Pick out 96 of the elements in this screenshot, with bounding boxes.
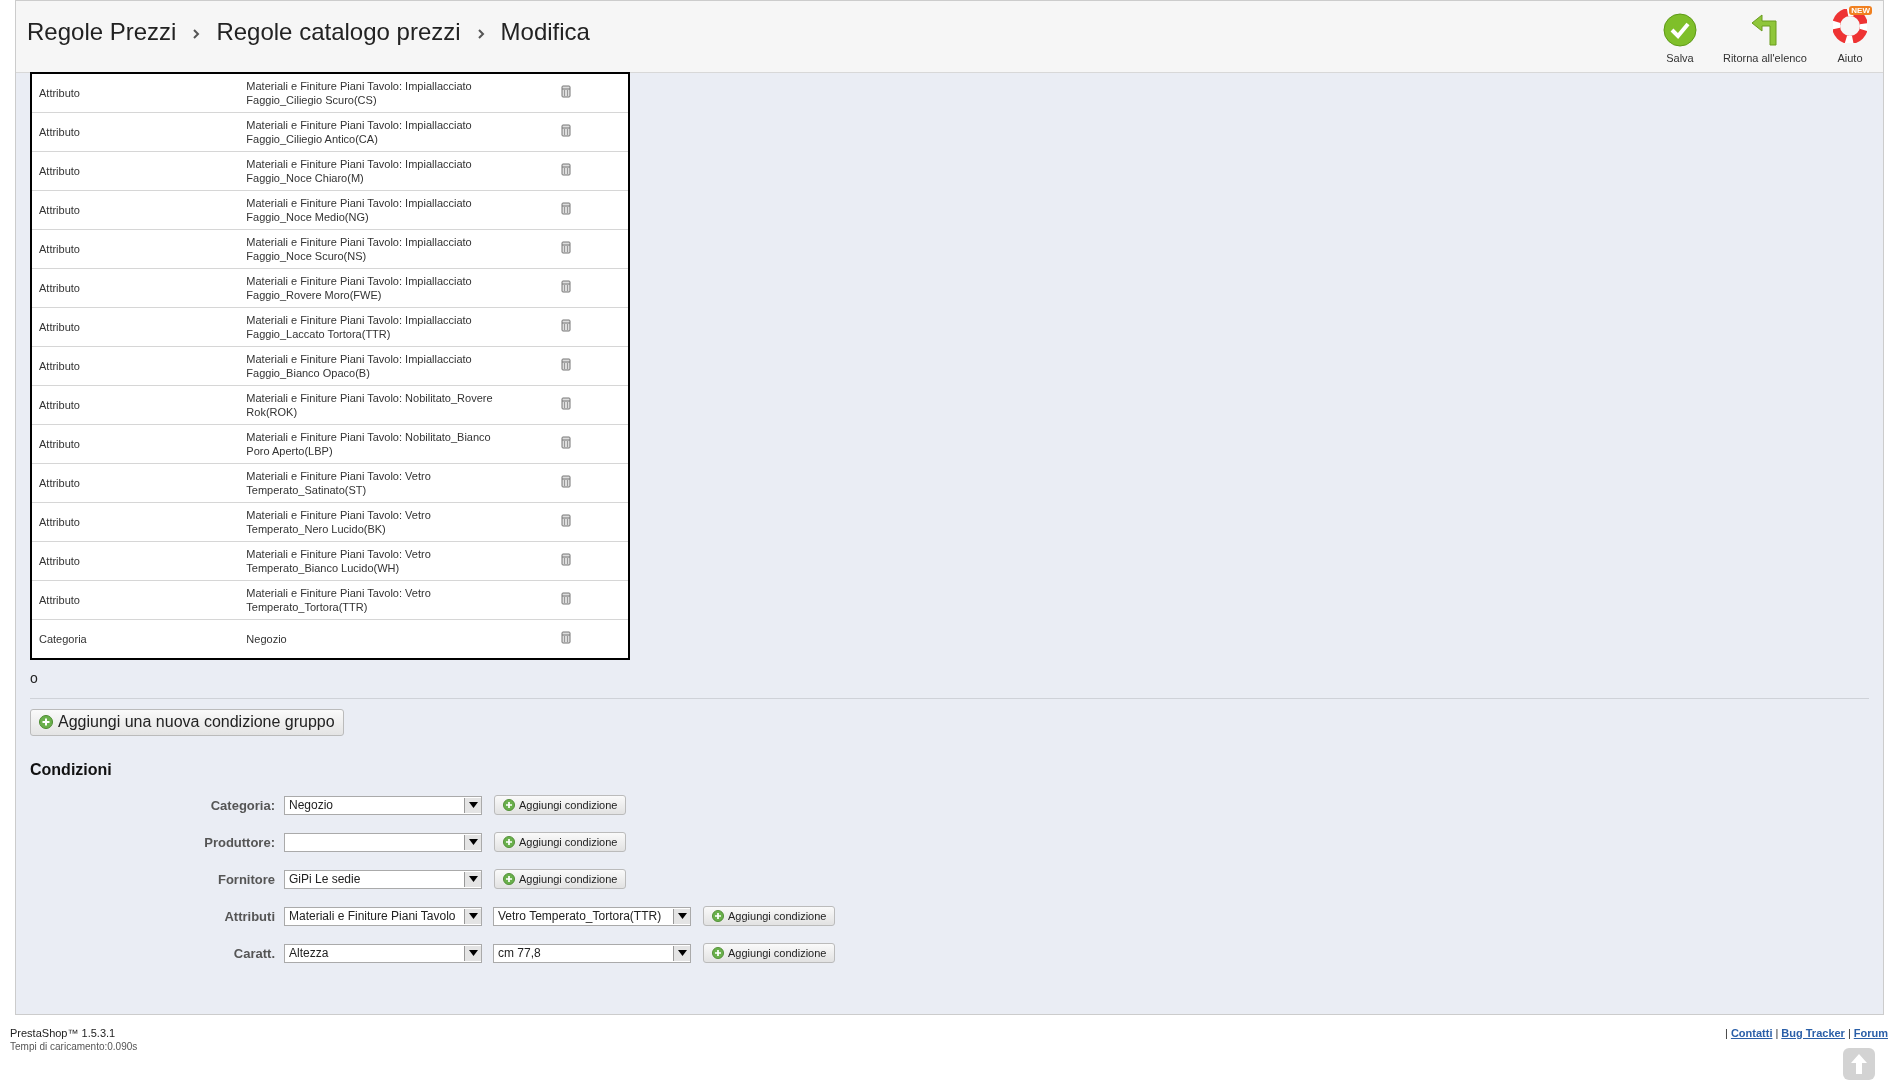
version-text: PrestaShop™ 1.5.3.1 <box>10 1027 117 1039</box>
caret-icon[interactable] <box>677 950 687 956</box>
plus-icon <box>503 836 515 848</box>
footer-link[interactable]: Forum <box>1853 1027 1888 1040</box>
breadcrumb-item: Modifica <box>500 17 590 46</box>
footer-link[interactable]: Contatti <box>1730 1027 1773 1040</box>
trash-icon[interactable] <box>560 513 571 527</box>
table-cell: Attributo <box>39 359 80 372</box>
table-cell: Attributo <box>39 593 80 606</box>
toolbar-button-label[interactable]: Salva <box>1666 52 1694 64</box>
trash-icon[interactable] <box>560 630 571 644</box>
new-badge: NEW <box>1849 6 1872 15</box>
table-cell: Attributo <box>39 164 80 177</box>
plus-icon <box>712 910 724 922</box>
field-label: Attributi <box>223 908 275 924</box>
plus-icon <box>712 947 724 959</box>
table-cell-text: Materiali e Finiture Piani Tavolo: Vetro Temperato_Satinato(ST) <box>246 468 432 498</box>
table-cell: Attributo <box>39 203 80 216</box>
plus-icon <box>503 873 515 885</box>
table-cell-text: Materiali e Finiture Piani Tavolo: Impiallacciato Faggio_Noce Scuro(NS) <box>246 234 473 264</box>
table-cell: Attributo <box>39 125 80 138</box>
section-title: Condizioni <box>30 761 113 779</box>
add-condition-button[interactable]: Aggiungi condizione <box>494 832 627 852</box>
table-cell: Attributo <box>39 281 80 294</box>
table-cell: Attributo <box>39 515 80 528</box>
trash-icon[interactable] <box>560 279 571 293</box>
chevron-icon <box>192 27 201 40</box>
caret-icon[interactable] <box>677 913 687 919</box>
table-cell-text: Materiali e Finiture Piani Tavolo: Impiallacciato Faggio_Rovere Moro(FWE) <box>246 273 473 303</box>
add-condition-button[interactable]: Aggiungi condizione <box>494 795 627 815</box>
table-cell: Attributo <box>39 86 80 99</box>
breadcrumb-item: Regole catalogo prezzi <box>216 17 461 46</box>
field-label: Fornitore <box>216 871 275 887</box>
separator: | <box>1775 1027 1779 1040</box>
table-cell-text: Materiali e Finiture Piani Tavolo: Vetro Temperato_Bianco Lucido(WH) <box>246 546 432 576</box>
caret-icon[interactable] <box>468 913 478 919</box>
trash-icon[interactable] <box>560 162 571 176</box>
dropdown[interactable]: Negozio <box>284 795 482 815</box>
table-cell: Attributo <box>39 437 80 450</box>
table-cell-text: Materiali e Finiture Piani Tavolo: Vetro Temperato_Nero Lucido(BK) <box>246 507 432 537</box>
caret-icon[interactable] <box>468 950 478 956</box>
separator: | <box>1847 1027 1851 1040</box>
table-cell-text: Materiali e Finiture Piani Tavolo: Impiallacciato Faggio_Noce Medio(NG) <box>246 195 473 225</box>
or-label: o <box>30 670 39 686</box>
caret-icon[interactable] <box>468 802 478 808</box>
table-cell-text: Materiali e Finiture Piani Tavolo: Impiallacciato Faggio_Ciliegio Scuro(CS) <box>246 78 473 108</box>
table-cell: Attributo <box>39 320 80 333</box>
caret-icon[interactable] <box>468 876 478 882</box>
dropdown[interactable]: cm 77,8 <box>493 943 691 963</box>
field-label: Categoria: <box>209 797 275 813</box>
chevron-icon <box>476 27 485 40</box>
dropdown[interactable]: Vetro Temperato_Tortora(TTR) <box>493 906 691 926</box>
toolbar-button-label[interactable]: Ritorna all'elenco <box>1722 52 1807 64</box>
table-cell-text: Materiali e Finiture Piani Tavolo: Impiallacciato Faggio_Noce Chiaro(M) <box>246 156 473 186</box>
trash-icon[interactable] <box>560 591 571 605</box>
separator: | <box>1725 1027 1728 1040</box>
table-cell: Attributo <box>39 554 80 567</box>
footer-link[interactable]: Bug Tracker <box>1781 1027 1845 1040</box>
dropdown[interactable]: Altezza <box>284 943 482 963</box>
breadcrumb-item: Regole Prezzi <box>27 17 177 46</box>
table-cell-text: Materiali e Finiture Piani Tavolo: Impiallacciato Faggio_Bianco Opaco(B) <box>246 351 473 381</box>
field-label: Produttore: <box>203 834 275 850</box>
table-cell-text: Materiali e Finiture Piani Tavolo: Nobilitato_Bianco Poro Aperto(LBP) <box>246 429 492 459</box>
add-condition-button[interactable]: Aggiungi condizione <box>703 943 836 963</box>
trash-icon[interactable] <box>560 123 571 137</box>
trash-icon[interactable] <box>560 435 571 449</box>
load-time-text: Tempi di caricamento:0.090s <box>10 1041 138 1052</box>
table-cell-text: Negozio <box>246 631 288 647</box>
trash-icon[interactable] <box>560 318 571 332</box>
table-cell: Attributo <box>39 398 80 411</box>
dropdown[interactable]: Materiali e Finiture Piani Tavolo <box>284 906 482 926</box>
plus-icon <box>503 799 515 811</box>
trash-icon[interactable] <box>560 357 571 371</box>
table-cell-text: Materiali e Finiture Piani Tavolo: Impiallacciato Faggio_Ciliegio Antico(CA) <box>246 117 473 147</box>
dropdown[interactable]: GiPi Le sedie <box>284 869 482 889</box>
table-cell: Categoria <box>39 632 87 645</box>
trash-icon[interactable] <box>560 84 571 98</box>
add-condition-button[interactable]: Aggiungi condizione <box>494 869 627 889</box>
trash-icon[interactable] <box>560 201 571 215</box>
table-cell-text: Materiali e Finiture Piani Tavolo: Impiallacciato Faggio_Laccato Tortora(TTR) <box>246 312 473 342</box>
caret-icon[interactable] <box>468 839 478 845</box>
table-cell-text: Materiali e Finiture Piani Tavolo: Vetro Temperato_Tortora(TTR) <box>246 585 432 615</box>
table-cell: Attributo <box>39 242 80 255</box>
toolbar-button-label[interactable]: Aiuto <box>1837 52 1863 64</box>
trash-icon[interactable] <box>560 474 571 488</box>
add-group-button[interactable]: Aggiungi una nuova condizione gruppo <box>30 709 344 736</box>
trash-icon[interactable] <box>560 552 571 566</box>
table-cell-text: Materiali e Finiture Piani Tavolo: Nobilitato_Rovere Rok(ROK) <box>246 390 494 420</box>
checkmark-icon[interactable] <box>1662 13 1697 47</box>
trash-icon[interactable] <box>560 396 571 410</box>
trash-icon[interactable] <box>560 240 571 254</box>
add-condition-button[interactable]: Aggiungi condizione <box>703 906 836 926</box>
plus-icon <box>39 715 53 729</box>
table-cell: Attributo <box>39 476 80 489</box>
return-arrow-icon[interactable] <box>1749 13 1780 47</box>
field-label: Caratt. <box>232 945 275 961</box>
